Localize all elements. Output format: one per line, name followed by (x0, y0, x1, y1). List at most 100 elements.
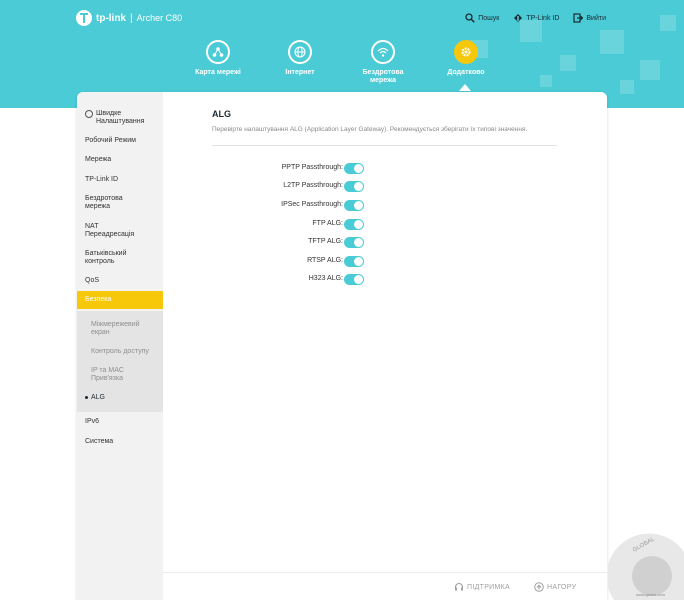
nav-advanced-label: Додатково (447, 69, 485, 76)
decor-pixel (660, 15, 676, 31)
tplink-logo-icon (76, 10, 92, 26)
support-label: ПІДТРИМКА (467, 583, 510, 591)
watermark-logo: GLOBAL www.geeks.com (608, 533, 684, 600)
nav-advanced[interactable]: Додатково (421, 40, 511, 77)
tftp-toggle[interactable] (344, 237, 364, 248)
main-nav: Карта мережі Інтернет Бездротова мережа … (0, 40, 684, 100)
sidebar-subitem-label: IP та MAC Прив'язка (91, 367, 124, 382)
nav-wireless[interactable]: Бездротова мережа (338, 40, 428, 85)
logout-link[interactable]: Вийти (573, 13, 606, 23)
setting-row-ftp: FTP ALG: (163, 219, 607, 231)
sidebar-item-label: Мережа (85, 156, 112, 163)
brand-logo[interactable]: tp-link | Archer C80 (76, 10, 182, 26)
nav-internet[interactable]: Інтернет (255, 40, 345, 77)
sidebar-item-label: Батьківський контроль (85, 250, 127, 265)
setting-row-rtsp: RTSP ALG: (163, 256, 607, 268)
sidebar-item-label: Безпека (85, 296, 112, 303)
setting-row-pptp: PPTP Passthrough: (163, 163, 607, 175)
sidebar-item-operation-mode[interactable]: Робочий Режим (77, 137, 163, 145)
nav-advanced-circle (454, 40, 478, 64)
globe-icon (294, 46, 306, 58)
sidebar-subitem-alg[interactable]: ALG (85, 394, 105, 402)
support-link[interactable]: ПІДТРИМКА (454, 582, 510, 592)
wifi-icon (377, 47, 389, 57)
logout-label: Вийти (586, 14, 606, 22)
page-title: ALG (212, 109, 231, 119)
sidebar-item-label: IPv6 (85, 418, 100, 425)
sidebar-item-label: TP-Link ID (85, 176, 119, 183)
sidebar-item-ipv6[interactable]: IPv6 (77, 418, 163, 426)
sidebar-submenu: Міжмережевий екран Контроль доступу IP т… (77, 311, 163, 412)
h323-toggle[interactable] (344, 274, 364, 285)
arrow-up-icon (534, 582, 544, 592)
sidebar-subitem-ip-mac-binding[interactable]: IP та MAC Прив'язка (91, 367, 139, 383)
pptp-toggle[interactable] (344, 163, 364, 174)
sidebar-subitem-access-control[interactable]: Контроль доступу (91, 348, 149, 356)
tplink-id-icon (514, 14, 523, 22)
setting-row-tftp: TFTP ALG: (163, 237, 607, 249)
sidebar-item-security[interactable]: Безпека (77, 291, 163, 309)
back-to-top-link[interactable]: НАГОРУ (534, 582, 576, 592)
nav-internet-label: Інтернет (285, 69, 315, 76)
nav-network-map-circle (206, 40, 230, 64)
setting-label: H323 ALG: (308, 275, 343, 282)
sidebar-item-label: Система (85, 438, 114, 445)
search-link[interactable]: Пошук (465, 13, 499, 23)
nav-wireless-label: Бездротова мережа (362, 69, 404, 84)
nav-network-map-label: Карта мережі (195, 69, 241, 76)
setting-label: PPTP Passthrough: (281, 164, 343, 171)
sidebar-item-tplink-id[interactable]: TP-Link ID (77, 176, 163, 184)
headset-icon (454, 582, 464, 591)
sidebar-subitem-label: Контроль доступу (91, 348, 149, 355)
model-name: Archer C80 (136, 13, 183, 23)
sidebar-item-label: Робочий Режим (85, 137, 136, 144)
setting-label: TFTP ALG: (308, 238, 343, 245)
nav-active-pointer (459, 84, 471, 91)
logout-icon (573, 13, 584, 23)
quick-setup-gear-icon (85, 110, 93, 118)
page-description: Перевірте налаштування ALG (Application … (212, 126, 528, 133)
sidebar-item-network[interactable]: Мережа (77, 156, 163, 164)
sidebar-item-parental-control[interactable]: Батьківський контроль (77, 250, 163, 266)
sidebar-item-label: Бездротова мережа (85, 195, 123, 210)
footer: ПІДТРИМКА НАГОРУ (163, 572, 607, 600)
watermark-site: www.geeks.com (636, 592, 666, 597)
top-links: Пошук TP-Link ID Вийти (465, 13, 606, 23)
active-dot-icon (85, 395, 88, 399)
divider (212, 145, 557, 146)
rtsp-toggle[interactable] (344, 256, 364, 267)
sidebar: Швидке Налаштування Робочий Режим Мережа… (77, 92, 163, 600)
tplink-id-link[interactable]: TP-Link ID (513, 13, 559, 23)
ftp-toggle[interactable] (344, 219, 364, 230)
sidebar-subitem-firewall[interactable]: Міжмережевий екран (91, 321, 151, 337)
tplink-id-label: TP-Link ID (526, 14, 560, 22)
l2tp-toggle[interactable] (344, 181, 364, 192)
sidebar-item-system[interactable]: Система (77, 438, 163, 446)
content-area: ALG Перевірте налаштування ALG (Applicat… (163, 92, 607, 600)
sidebar-subitem-label: Міжмережевий екран (91, 321, 140, 336)
setting-label: IPSec Passthrough: (281, 201, 343, 208)
sidebar-item-label: Швидке Налаштування (96, 110, 145, 125)
brand-name: tp-link (96, 12, 126, 24)
decor-pixel (520, 20, 542, 42)
main-panel: Швидке Налаштування Робочий Режим Мережа… (77, 92, 607, 600)
search-icon (465, 13, 476, 23)
setting-row-ipsec: IPSec Passthrough: (163, 200, 607, 212)
ipsec-toggle[interactable] (344, 200, 364, 211)
sidebar-item-quick-setup[interactable]: Швидке Налаштування (77, 110, 163, 126)
setting-label: RTSP ALG: (307, 257, 343, 264)
setting-label: FTP ALG: (312, 220, 343, 227)
sidebar-item-wireless[interactable]: Бездротова мережа (77, 195, 163, 211)
nav-wireless-circle (371, 40, 395, 64)
sidebar-item-qos[interactable]: QoS (77, 277, 163, 285)
setting-row-h323: H323 ALG: (163, 274, 607, 286)
setting-label: L2TP Passthrough: (283, 182, 343, 189)
setting-row-l2tp: L2TP Passthrough: (163, 181, 607, 193)
sidebar-item-nat[interactable]: NAT Переадресація (77, 223, 163, 239)
nav-internet-circle (288, 40, 312, 64)
gear-icon (461, 47, 471, 57)
back-to-top-label: НАГОРУ (547, 583, 577, 591)
search-link-label: Пошук (478, 14, 500, 22)
nav-network-map[interactable]: Карта мережі (173, 40, 263, 77)
network-map-icon (212, 47, 224, 57)
